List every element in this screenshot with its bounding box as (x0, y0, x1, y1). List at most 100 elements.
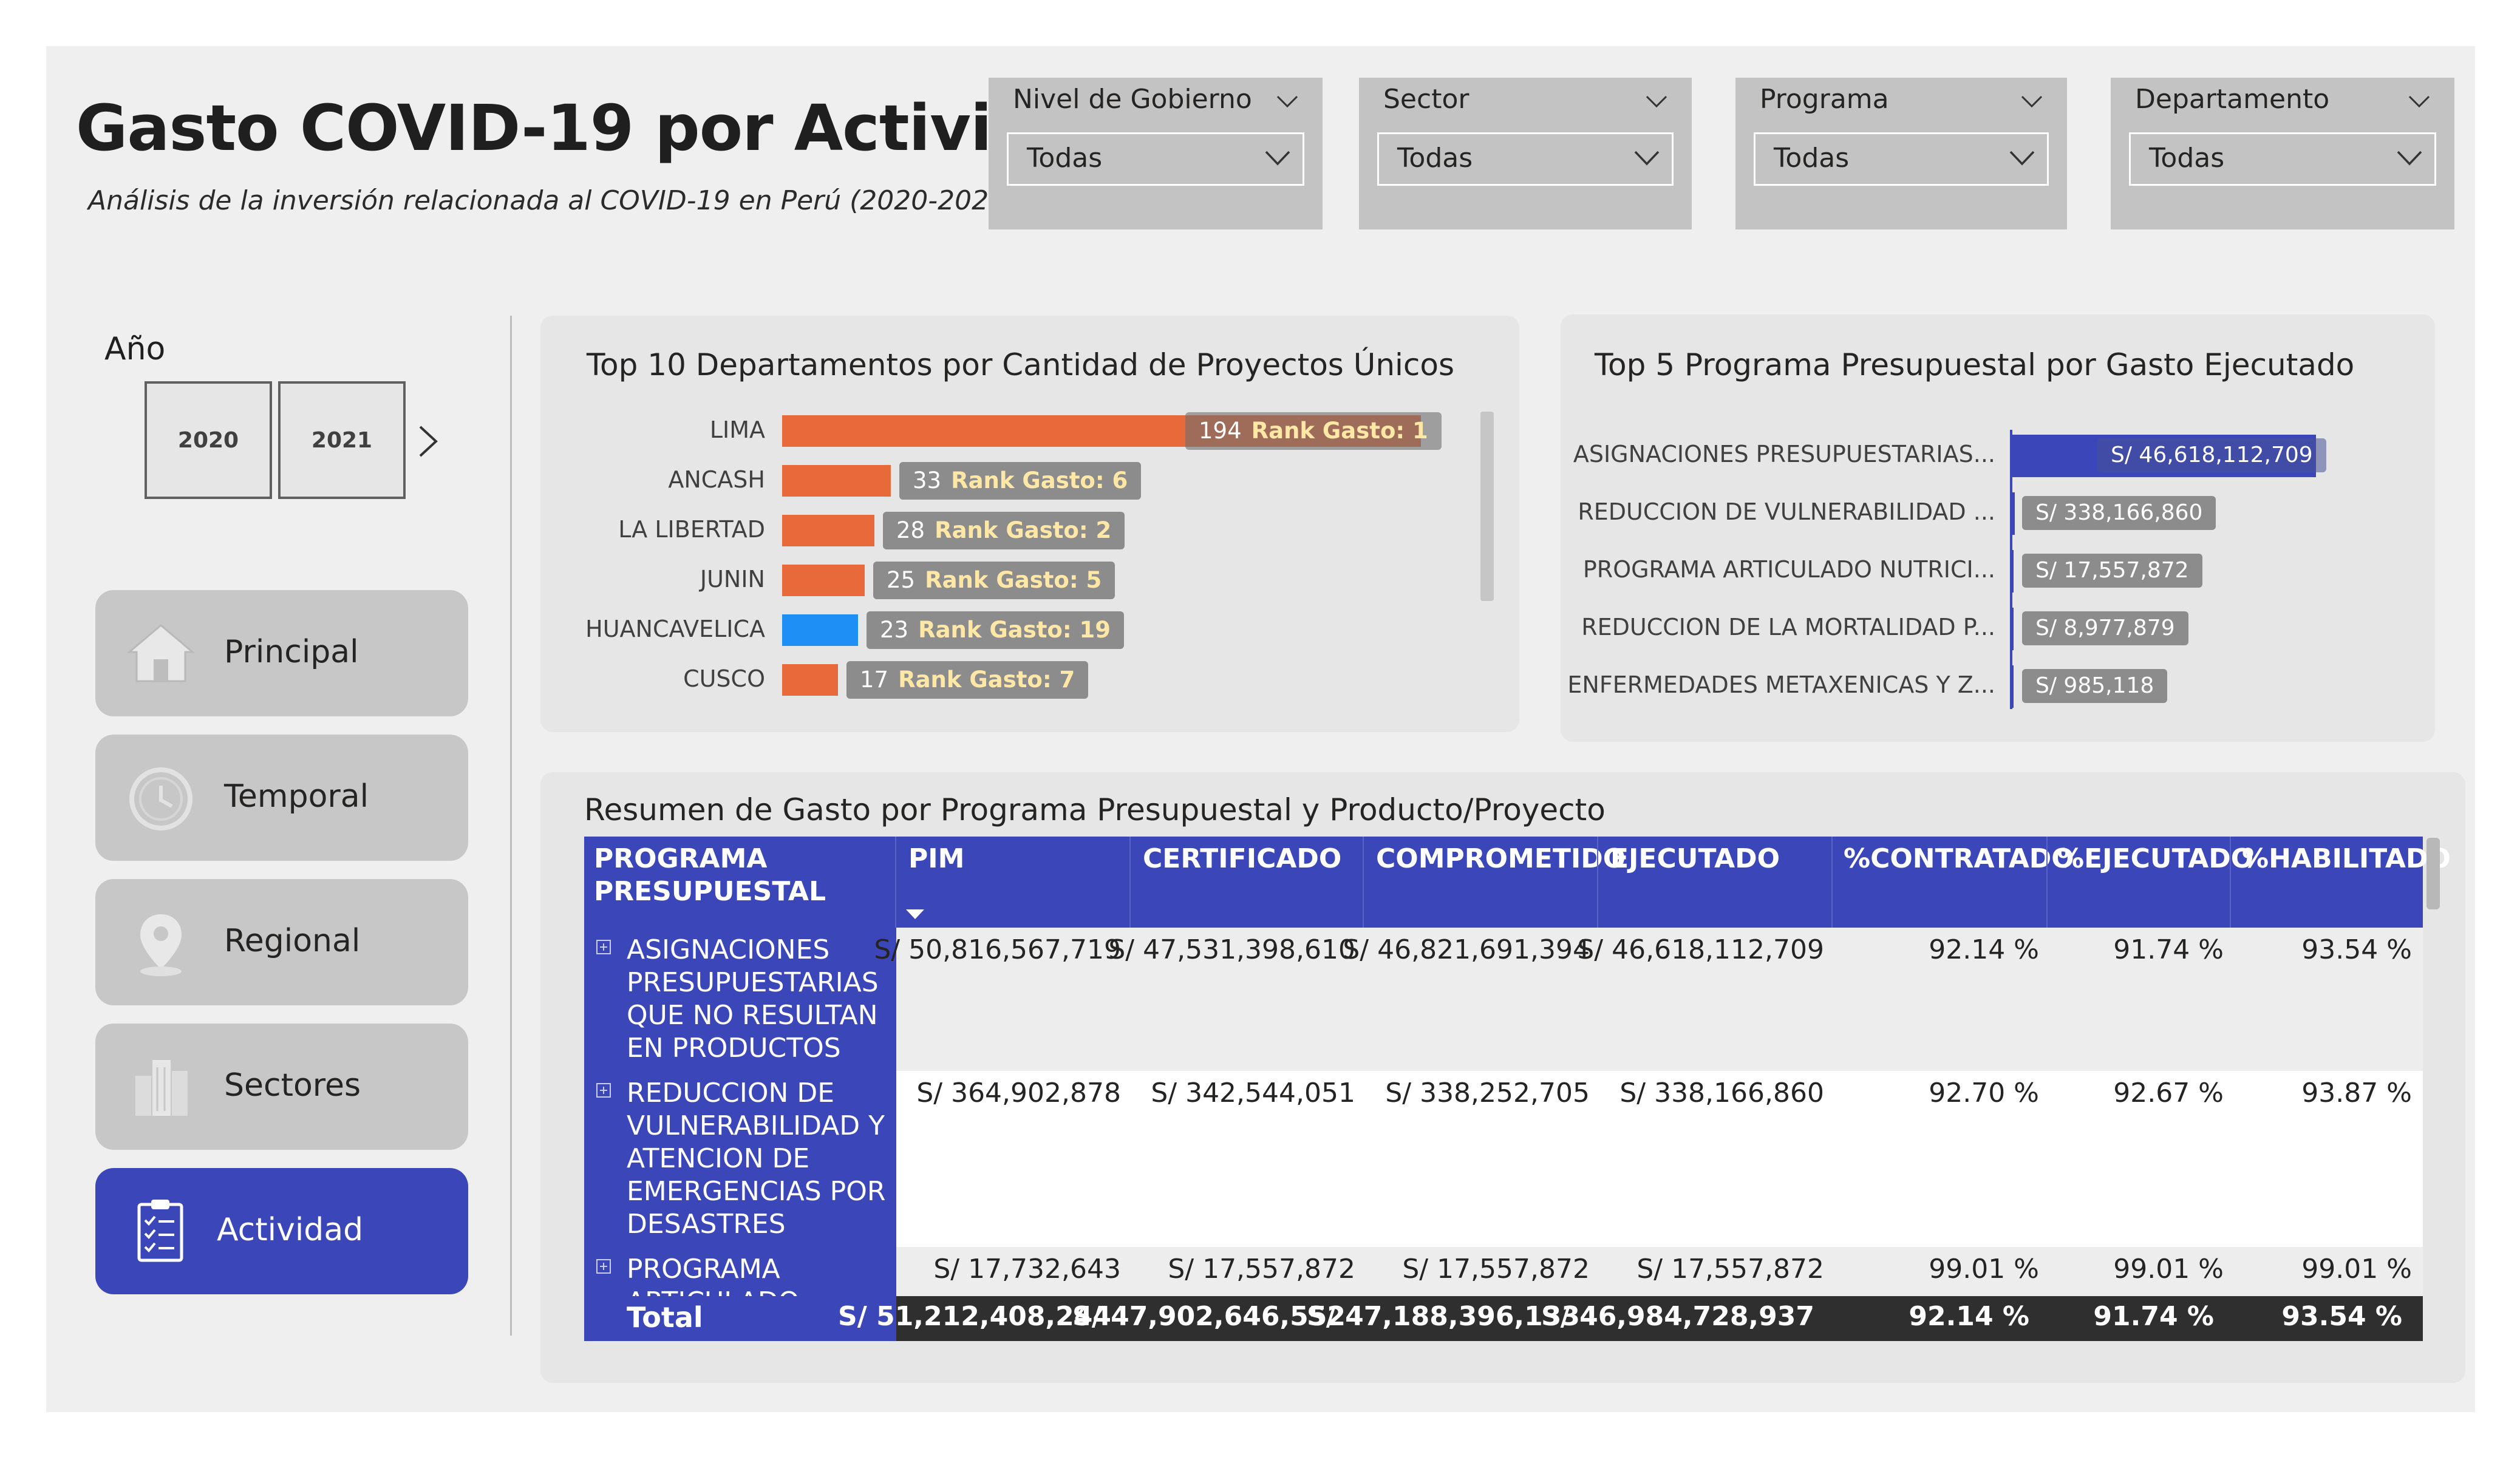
nav-button-sectores[interactable]: Sectores (95, 1024, 468, 1150)
slicer-departamento[interactable]: Departamento Todas (2111, 78, 2454, 229)
chevron-down-icon[interactable] (1646, 95, 1667, 108)
chevron-down-icon[interactable] (1276, 95, 1298, 108)
dept-data-label: 194 Rank Gasto: 1 (1185, 412, 1442, 450)
page-subtitle: Análisis de la inversión relacionada al … (88, 185, 1017, 216)
table-row-program[interactable]: ASIGNACIONES PRESUPUESTARIAS QUE NO RESU… (584, 928, 896, 1073)
program-bar[interactable] (2012, 492, 2015, 535)
column-header[interactable]: %CONTRATADO (1844, 843, 2074, 875)
chevron-down-icon[interactable] (2408, 95, 2430, 108)
scrollbar[interactable] (1480, 412, 1494, 601)
cell-certificado: S/ 47,531,398,610 (1108, 934, 1355, 965)
chevron-down-icon (1634, 151, 1660, 166)
vertical-divider (510, 316, 512, 1336)
slicer-programa[interactable]: Programa Todas (1735, 78, 2067, 229)
home-icon (126, 624, 196, 682)
table-row-program[interactable]: REDUCCION DE VULNERABILIDAD Y ATENCION D… (584, 1071, 896, 1249)
dept-bar[interactable] (782, 515, 874, 546)
program-bar[interactable] (2012, 665, 2014, 708)
slicer-dropdown[interactable]: Todas (1754, 132, 2049, 186)
chevron-down-icon[interactable] (2021, 95, 2043, 108)
program-category-label: ENFERMEDADES METAXENICAS Y Z... (1567, 671, 1995, 698)
year-tile-2020[interactable]: 2020 (145, 381, 272, 499)
sort-descending-icon[interactable] (906, 908, 924, 920)
chevron-down-icon (2397, 151, 2422, 166)
cell-contratado: 99.01 % (1929, 1254, 2039, 1285)
slicer-dropdown[interactable]: Todas (2129, 132, 2436, 186)
chevron-down-icon (2009, 151, 2035, 166)
dept-value: 33 (913, 467, 942, 494)
cell-contratado: 92.70 % (1929, 1078, 2039, 1109)
cell-pim: S/ 17,732,643 (933, 1254, 1121, 1285)
cell-habilitado: 99.01 % (2301, 1254, 2412, 1285)
slicer-dropdown[interactable]: Todas (1007, 132, 1304, 186)
program-bar[interactable] (2012, 608, 2014, 650)
cell-habilitado: 93.87 % (2301, 1078, 2412, 1109)
table-row: S/ 364,902,878 S/ 342,544,051 S/ 338,252… (896, 1071, 2423, 1247)
table-scrollbar[interactable] (2426, 838, 2440, 909)
nav-button-actividad[interactable]: Actividad (95, 1168, 468, 1294)
expand-plus-icon[interactable] (596, 940, 611, 954)
dept-rank: Rank Gasto: 5 (925, 567, 1102, 593)
program-data-label: S/ 985,118 (2022, 669, 2168, 703)
program-data-label: S/ 17,557,872 (2022, 554, 2202, 588)
cell-ejecutado: S/ 338,166,860 (1619, 1078, 1824, 1109)
dept-category-label: LA LIBERTAD (618, 516, 765, 543)
cell-comprometido: S/ 17,557,872 (1402, 1254, 1590, 1285)
nav-button-regional[interactable]: Regional (95, 879, 468, 1005)
dept-value: 28 (896, 517, 925, 543)
dept-bar[interactable] (782, 664, 838, 696)
column-header[interactable]: %EJECUTADO (2057, 843, 2253, 875)
column-header[interactable]: PROGRAMA PRESUPUESTAL (594, 843, 885, 908)
slicer-sector[interactable]: Sector Todas (1359, 78, 1692, 229)
program-bar[interactable] (2012, 550, 2014, 593)
program-category-label: PROGRAMA ARTICULADO NUTRICI... (1582, 556, 1995, 583)
dept-bar[interactable] (782, 614, 858, 646)
dept-bar[interactable] (782, 565, 865, 596)
program-category-label: ASIGNACIONES PRESUPUESTARIAS... (1573, 441, 1995, 467)
column-header[interactable]: %HABILITADO (2242, 843, 2451, 875)
program-name: ASIGNACIONES PRESUPUESTARIAS QUE NO RESU… (627, 934, 879, 1064)
program-data-label: S/ 8,977,879 (2022, 611, 2188, 645)
cell-comprometido: S/ 338,252,705 (1385, 1078, 1590, 1109)
cell-contratado: 92.14 % (1929, 934, 2039, 965)
dept-data-label: 23 Rank Gasto: 19 (867, 611, 1125, 649)
column-header[interactable]: COMPROMETIDO (1376, 843, 1626, 875)
total-certificado: S/ 47,902,646,552 (1072, 1301, 1346, 1332)
slicer-label: Programa (1760, 84, 1889, 115)
cell-comprometido: S/ 46,821,691,394 (1343, 934, 1590, 965)
dept-rank: Rank Gasto: 19 (918, 617, 1111, 643)
dept-value: 194 (1199, 418, 1242, 444)
slicer-nivel-gobierno[interactable]: Nivel de Gobierno Todas (989, 78, 1323, 229)
cell-ejecutado-pct: 92.67 % (2113, 1078, 2224, 1109)
slicer-dropdown[interactable]: Todas (1377, 132, 1674, 186)
column-header[interactable]: PIM (908, 843, 964, 875)
slicer-value: Todas (1027, 143, 1103, 174)
column-header[interactable]: CERTIFICADO (1143, 843, 1341, 875)
column-separator (1363, 837, 1364, 928)
column-header[interactable]: EJECUTADO (1610, 843, 1780, 875)
dept-value: 25 (887, 567, 916, 593)
table-row: S/ 17,732,643 S/ 17,557,872 S/ 17,557,87… (896, 1247, 2423, 1296)
cell-ejecutado: S/ 46,618,112,709 (1577, 934, 1824, 965)
year-tile-2021[interactable]: 2021 (278, 381, 406, 499)
table-row-program[interactable]: PROGRAMA ARTICULADO (584, 1247, 896, 1296)
dept-category-label: CUSCO (683, 665, 765, 692)
program-data-label: S/ 338,166,860 (2022, 496, 2216, 530)
nav-label: Actividad (217, 1212, 364, 1248)
dept-rank: Rank Gasto: 6 (951, 467, 1128, 494)
dept-rank: Rank Gasto: 7 (898, 667, 1075, 693)
expand-plus-icon[interactable] (596, 1083, 611, 1098)
total-contratado: 92.14 % (1909, 1301, 2029, 1332)
nav-button-temporal[interactable]: Temporal (95, 735, 468, 861)
chevron-right-icon[interactable] (418, 425, 438, 458)
dept-data-label: 25 Rank Gasto: 5 (873, 562, 1115, 599)
program-data-label: S/ 46,618,112,709 (2097, 438, 2326, 472)
nav-button-principal[interactable]: Principal (95, 590, 468, 716)
dept-bar[interactable] (782, 465, 891, 497)
expand-plus-icon[interactable] (596, 1259, 611, 1274)
cell-habilitado: 93.54 % (2301, 934, 2412, 965)
slicer-value: Todas (1774, 143, 1850, 174)
cell-ejecutado-pct: 91.74 % (2113, 934, 2224, 965)
cell-certificado: S/ 17,557,872 (1168, 1254, 1355, 1285)
table-title: Resumen de Gasto por Programa Presupuest… (584, 792, 1606, 827)
